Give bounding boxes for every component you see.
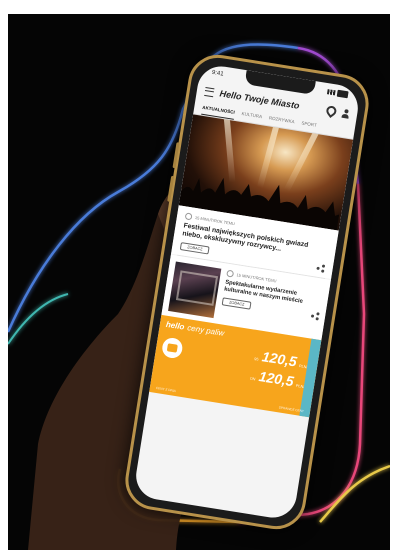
share-icon[interactable] — [316, 264, 326, 273]
fuel-type: 95 — [254, 356, 259, 362]
menu-icon[interactable] — [204, 86, 215, 97]
clock-icon — [226, 269, 235, 278]
stage-light — [256, 119, 281, 189]
user-icon[interactable] — [342, 108, 350, 118]
fuel-brand: hello — [165, 319, 186, 332]
photo-scene: 9:41 Hello Twoje Miasto AKTUALNOŚCI KULT… — [8, 14, 390, 550]
read-more-button[interactable]: ZOBACZ — [221, 297, 252, 310]
signal-icon — [327, 88, 336, 95]
fuel-date-label: CENY Z DNIA — [155, 385, 177, 394]
fuel-pump-icon — [160, 336, 184, 360]
fuel-price: 120,5 — [260, 348, 298, 370]
clock-icon — [184, 212, 193, 221]
article-thumbnail — [168, 261, 222, 319]
fuel-type: ON — [249, 376, 256, 382]
battery-icon — [336, 89, 349, 98]
read-more-button[interactable]: ZOBACZ — [179, 242, 211, 255]
fuel-title: ceny paliw — [186, 323, 225, 338]
share-icon[interactable] — [310, 311, 320, 321]
status-icons — [327, 88, 349, 98]
status-time: 9:41 — [211, 69, 224, 78]
image-frame: 9:41 Hello Twoje Miasto AKTUALNOŚCI KULT… — [0, 0, 398, 557]
stage-light — [283, 126, 322, 192]
stage-light — [223, 114, 236, 183]
